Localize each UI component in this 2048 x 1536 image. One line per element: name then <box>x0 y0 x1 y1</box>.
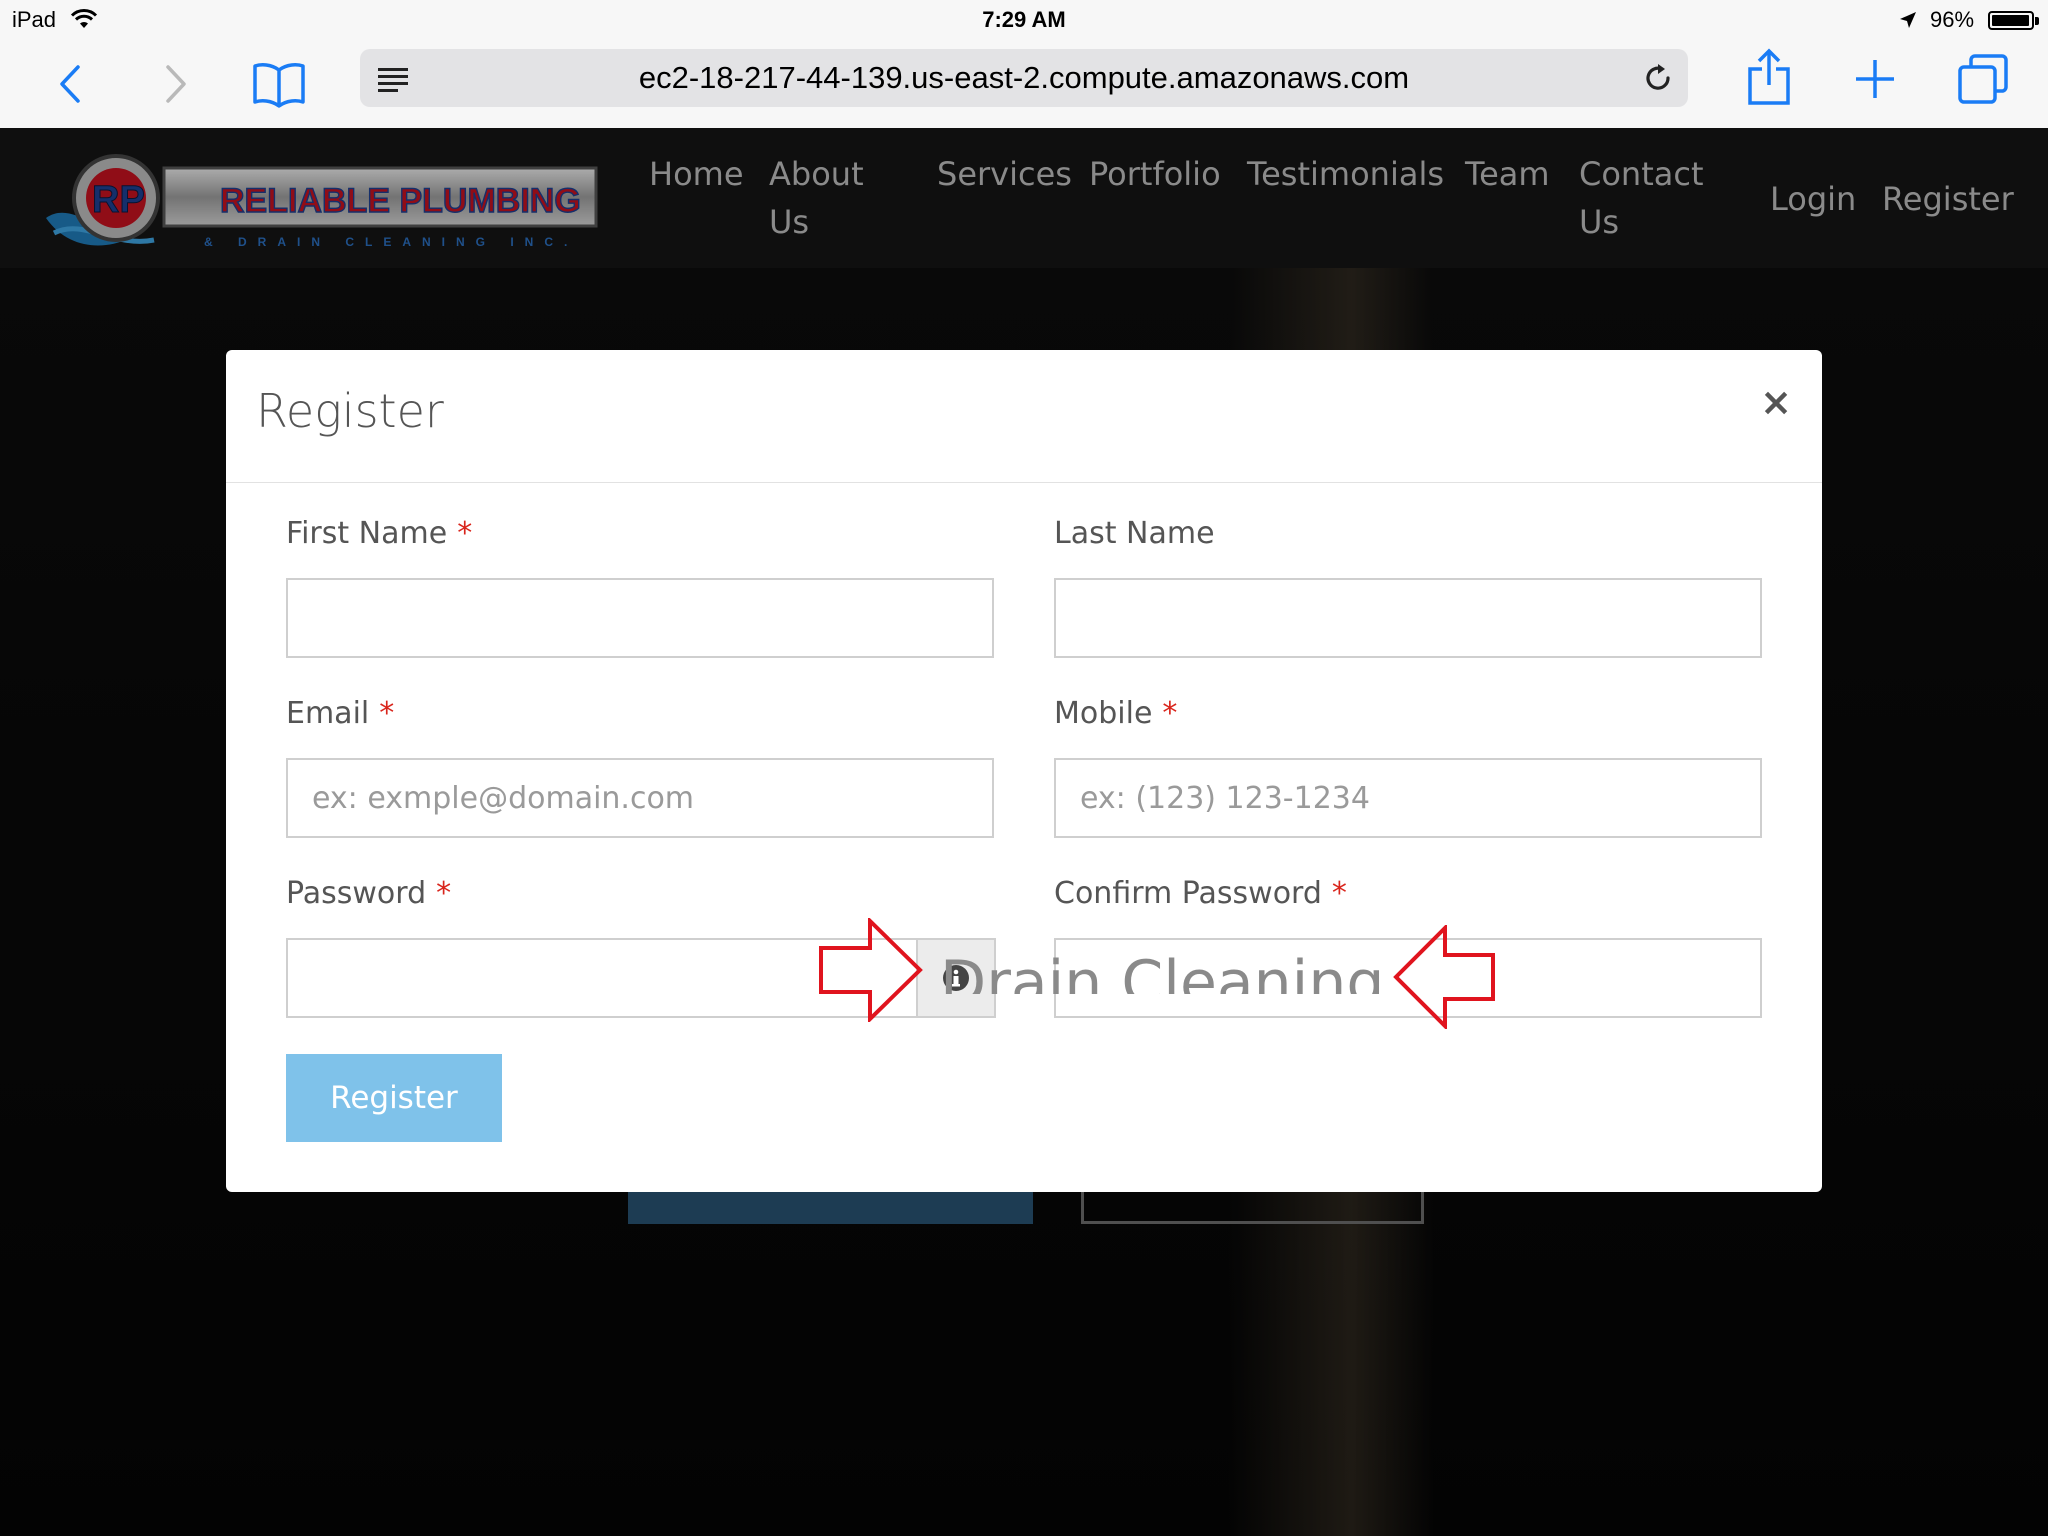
email-label: Email * <box>286 696 394 731</box>
register-submit-button[interactable]: Register <box>286 1054 502 1142</box>
first-name-label-text: First Name <box>286 516 448 551</box>
confirm-password-label-text: Confirm Password <box>1054 876 1322 911</box>
browser-toolbar: ec2-18-217-44-139.us-east-2.compute.amaz… <box>0 40 2048 129</box>
reload-icon[interactable] <box>1642 62 1674 94</box>
email-input[interactable] <box>286 758 994 838</box>
last-name-input[interactable] <box>1054 578 1762 658</box>
close-icon[interactable]: × <box>1760 380 1792 424</box>
required-asterisk: * <box>1331 876 1347 911</box>
modal-title: Register <box>256 384 444 438</box>
confirm-password-label: Confirm Password * <box>1054 876 1347 911</box>
status-bar: iPad 7:29 AM 96% <box>0 0 2048 40</box>
back-icon[interactable] <box>50 60 90 108</box>
annotation-arrow-left-icon <box>1393 925 1495 1029</box>
first-name-input[interactable] <box>286 578 994 658</box>
battery-icon <box>1988 11 2039 30</box>
forward-icon[interactable] <box>156 60 196 108</box>
required-asterisk: * <box>457 516 473 551</box>
reader-view-icon[interactable] <box>378 66 410 92</box>
mobile-label-text: Mobile <box>1054 696 1153 731</box>
url-text[interactable]: ec2-18-217-44-139.us-east-2.compute.amaz… <box>420 49 1628 107</box>
share-icon[interactable] <box>1744 46 1794 108</box>
required-asterisk: * <box>436 876 452 911</box>
bookmarks-icon[interactable] <box>250 56 308 112</box>
first-name-label: First Name * <box>286 516 472 551</box>
mobile-input[interactable] <box>1054 758 1762 838</box>
location-arrow-icon <box>1900 12 1916 28</box>
battery-percent: 96% <box>1930 7 1975 32</box>
password-label: Password * <box>286 876 451 911</box>
new-tab-icon[interactable] <box>1852 56 1898 102</box>
password-label-text: Password <box>286 876 427 911</box>
modal-header: Register × <box>226 350 1822 483</box>
last-name-label: Last Name <box>1054 516 1215 551</box>
register-modal: Register × First Name * Last Name Email * … <box>226 350 1822 1192</box>
mobile-label: Mobile * <box>1054 696 1177 731</box>
email-label-text: Email <box>286 696 370 731</box>
address-bar[interactable]: ec2-18-217-44-139.us-east-2.compute.amaz… <box>360 49 1688 107</box>
tabs-icon[interactable] <box>1956 52 2010 106</box>
required-asterisk: * <box>1162 696 1178 731</box>
required-asterisk: * <box>379 696 395 731</box>
clock: 7:29 AM <box>982 7 1066 32</box>
annotation-arrow-right-icon <box>819 918 923 1022</box>
